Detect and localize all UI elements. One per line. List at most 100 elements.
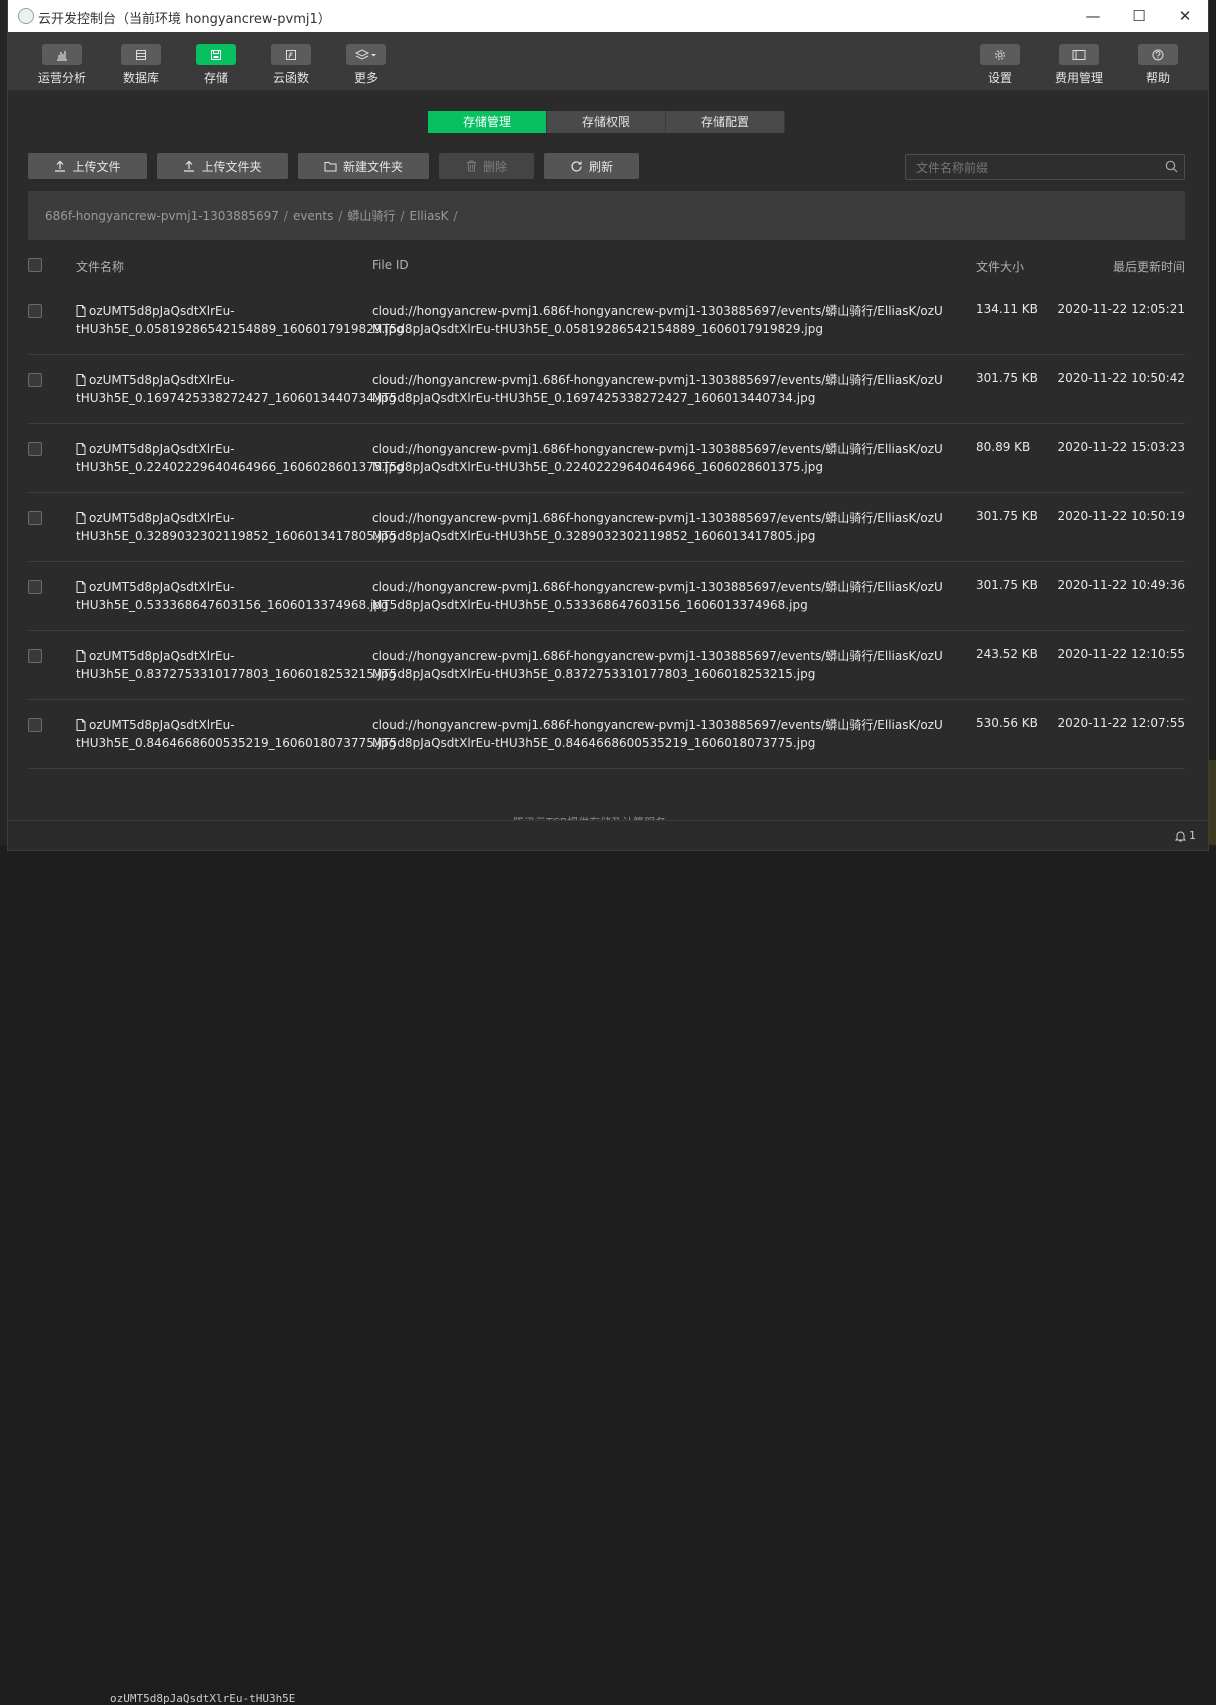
- file-name-cell[interactable]: ozUMT5d8pJaQsdtXlrEu-tHU3h5E_0.224022296…: [76, 440, 404, 476]
- select-all-checkbox[interactable]: [28, 258, 42, 272]
- delete-button[interactable]: 删除: [439, 153, 534, 179]
- new-folder-button[interactable]: 新建文件夹: [298, 153, 429, 179]
- toolbar-help[interactable]: 帮助: [1123, 32, 1193, 90]
- file-size: 530.56 KB: [976, 716, 1038, 730]
- file-icon: [76, 305, 86, 317]
- table-row[interactable]: ozUMT5d8pJaQsdtXlrEu-tHU3h5E_0.169742533…: [28, 354, 1185, 424]
- table-row[interactable]: ozUMT5d8pJaQsdtXlrEu-tHU3h5E_0.846466860…: [28, 699, 1185, 769]
- app-logo-icon: [18, 8, 34, 24]
- file-name-cell[interactable]: ozUMT5d8pJaQsdtXlrEu-tHU3h5E_0.846466860…: [76, 716, 396, 752]
- file-name: ozUMT5d8pJaQsdtXlrEu-tHU3h5E_0.533368647…: [76, 580, 389, 612]
- file-updated-time: 2020-11-22 10:50:19: [1057, 509, 1185, 523]
- toolbar-analytics[interactable]: 运营分析: [27, 32, 97, 90]
- table-row[interactable]: ozUMT5d8pJaQsdtXlrEu-tHU3h5E_0.058192865…: [28, 285, 1185, 355]
- file-icon: [76, 512, 86, 524]
- table-row[interactable]: ozUMT5d8pJaQsdtXlrEu-tHU3h5E_0.837275331…: [28, 630, 1185, 700]
- file-updated-time: 2020-11-22 12:07:55: [1057, 716, 1185, 730]
- toolbar-more[interactable]: 更多: [331, 32, 401, 90]
- tab-storage-config[interactable]: 存储配置: [666, 111, 785, 133]
- table-header: 文件名称 File ID 文件大小 最后更新时间: [28, 245, 1185, 285]
- chart-icon: [57, 50, 67, 61]
- trash-icon: [466, 160, 476, 172]
- maximize-button[interactable]: ☐: [1116, 0, 1162, 32]
- breadcrumb-item[interactable]: events: [293, 209, 333, 223]
- file-icon: [76, 719, 86, 731]
- upload-icon: [55, 160, 66, 172]
- row-checkbox[interactable]: [28, 649, 42, 663]
- file-icon: [76, 443, 86, 455]
- row-checkbox[interactable]: [28, 580, 42, 594]
- file-id: cloud://hongyancrew-pvmj1.686f-hongyancr…: [372, 649, 943, 681]
- delete-label: 删除: [482, 159, 507, 174]
- file-name-cell[interactable]: ozUMT5d8pJaQsdtXlrEu-tHU3h5E_0.328903230…: [76, 509, 396, 545]
- file-name: ozUMT5d8pJaQsdtXlrEu-tHU3h5E_0.169742533…: [76, 373, 397, 405]
- upload-folder-label: 上传文件夹: [201, 159, 262, 174]
- upload-file-label: 上传文件: [72, 159, 121, 174]
- toolbar-label: 运营分析: [37, 71, 86, 85]
- title-bar: 云开发控制台（当前环境 hongyancrew-pvmj1） — ✕ ☐: [8, 0, 1208, 32]
- notification-button[interactable]: 1: [1175, 829, 1196, 842]
- toolbar-label: 数据库: [122, 71, 159, 85]
- maximize-icon: ☐: [1132, 7, 1146, 25]
- row-checkbox[interactable]: [28, 511, 42, 525]
- toolbar-label: 设置: [987, 71, 1012, 85]
- file-id: cloud://hongyancrew-pvmj1.686f-hongyancr…: [372, 718, 943, 750]
- billing-icon: [1072, 49, 1086, 60]
- search-input[interactable]: [914, 158, 1158, 178]
- toolbar-settings[interactable]: 设置: [965, 32, 1035, 90]
- file-id: cloud://hongyancrew-pvmj1.686f-hongyancr…: [372, 373, 943, 405]
- file-name-cell[interactable]: ozUMT5d8pJaQsdtXlrEu-tHU3h5E_0.058192865…: [76, 302, 404, 338]
- search-icon[interactable]: [1165, 160, 1178, 173]
- file-updated-time: 2020-11-22 10:50:42: [1057, 371, 1185, 385]
- status-bar: 1: [8, 820, 1208, 850]
- notification-count: 1: [1189, 829, 1196, 842]
- file-name: ozUMT5d8pJaQsdtXlrEu-tHU3h5E_0.846466860…: [76, 718, 397, 750]
- toolbar-functions[interactable]: 云函数: [256, 32, 326, 90]
- storage-panel: 存储管理 存储权限 存储配置 上传文件 上传文件夹 新建文件夹 删除 刷新 文件…: [8, 90, 1208, 820]
- background-editor-gutter: [1208, 760, 1216, 850]
- file-id: cloud://hongyancrew-pvmj1.686f-hongyancr…: [372, 304, 943, 336]
- file-name-cell[interactable]: ozUMT5d8pJaQsdtXlrEu-tHU3h5E_0.837275331…: [76, 647, 396, 683]
- file-updated-time: 2020-11-22 10:49:36: [1057, 578, 1185, 592]
- tab-storage-permissions[interactable]: 存储权限: [547, 111, 666, 133]
- table-row[interactable]: ozUMT5d8pJaQsdtXlrEu-tHU3h5E_0.328903230…: [28, 492, 1185, 562]
- gear-icon: [995, 49, 1005, 60]
- toolbar-label: 费用管理: [1054, 71, 1103, 85]
- row-checkbox[interactable]: [28, 304, 42, 318]
- refresh-button[interactable]: 刷新: [544, 153, 639, 179]
- table-row[interactable]: ozUMT5d8pJaQsdtXlrEu-tHU3h5E_0.533368647…: [28, 561, 1185, 631]
- help-icon: [1152, 49, 1164, 60]
- main-toolbar: 运营分析 数据库 存储 云函数 更多 设置 费用管理 帮助: [8, 32, 1208, 90]
- table-row[interactable]: ozUMT5d8pJaQsdtXlrEu-tHU3h5E_0.224022296…: [28, 423, 1185, 493]
- breadcrumb-item[interactable]: 686f-hongyancrew-pvmj1-1303885697: [45, 209, 279, 223]
- toolbar-storage[interactable]: 存储: [181, 32, 251, 90]
- file-name: ozUMT5d8pJaQsdtXlrEu-tHU3h5E_0.058192865…: [76, 304, 404, 336]
- file-icon: [76, 581, 86, 593]
- file-icon: [76, 374, 86, 386]
- row-checkbox[interactable]: [28, 373, 42, 387]
- search-box: [905, 154, 1185, 180]
- upload-folder-button[interactable]: 上传文件夹: [157, 153, 288, 179]
- toolbar-billing[interactable]: 费用管理: [1044, 32, 1114, 90]
- toolbar-database[interactable]: 数据库: [106, 32, 176, 90]
- file-name-cell[interactable]: ozUMT5d8pJaQsdtXlrEu-tHU3h5E_0.169742533…: [76, 371, 396, 407]
- column-header-size: 文件大小: [976, 260, 1025, 274]
- file-id: cloud://hongyancrew-pvmj1.686f-hongyancr…: [372, 511, 943, 543]
- close-button[interactable]: ✕: [1162, 0, 1208, 32]
- close-icon: ✕: [1178, 7, 1192, 25]
- background-editor-sidebar: [0, 0, 8, 859]
- row-checkbox[interactable]: [28, 718, 42, 732]
- upload-icon: [184, 160, 195, 172]
- refresh-label: 刷新: [588, 159, 613, 174]
- breadcrumb-item[interactable]: 蟒山骑行: [347, 207, 395, 224]
- upload-file-button[interactable]: 上传文件: [28, 153, 147, 179]
- file-icon: [76, 650, 86, 662]
- file-size: 301.75 KB: [976, 509, 1038, 523]
- breadcrumb-item[interactable]: ElliasK: [409, 209, 448, 223]
- file-size: 301.75 KB: [976, 578, 1038, 592]
- file-name-cell[interactable]: ozUMT5d8pJaQsdtXlrEu-tHU3h5E_0.533368647…: [76, 578, 389, 614]
- tab-storage-management[interactable]: 存储管理: [428, 111, 547, 133]
- row-checkbox[interactable]: [28, 442, 42, 456]
- file-name: ozUMT5d8pJaQsdtXlrEu-tHU3h5E_0.837275331…: [76, 649, 397, 681]
